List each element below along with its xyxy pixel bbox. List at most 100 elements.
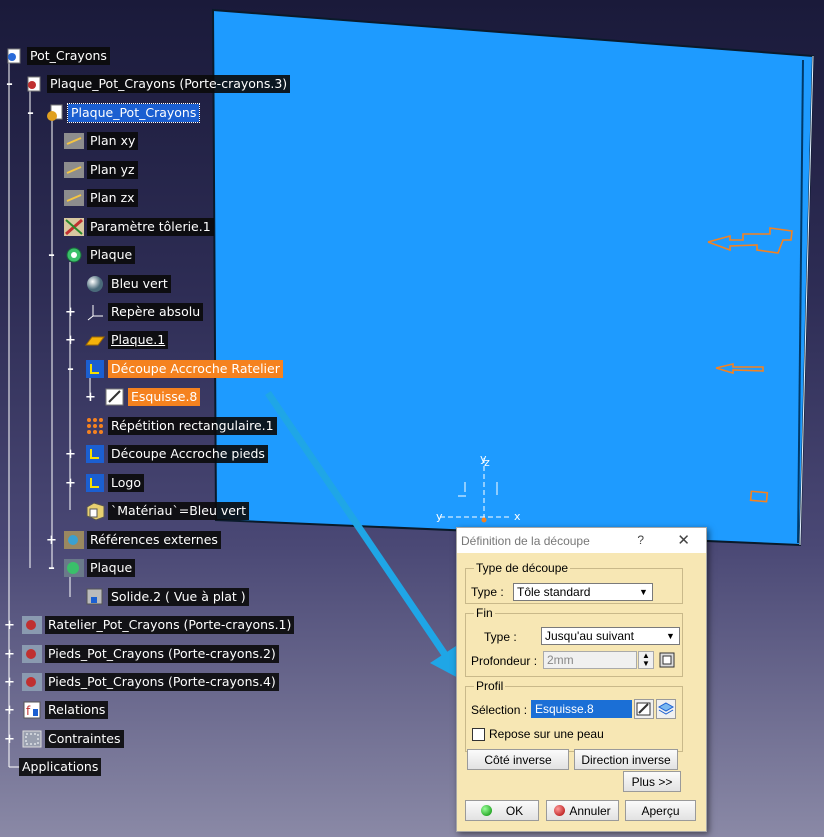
group-title: Type de découpe: [474, 561, 571, 575]
plane-icon: [63, 188, 85, 208]
tree-label: Solide.2 ( Vue à plat ): [108, 588, 249, 606]
tree-node-body[interactable]: Plaque: [63, 245, 136, 265]
expand-toggle[interactable]: +: [4, 733, 15, 746]
dialog-titlebar[interactable]: Définition de la découpe ? ✕: [457, 528, 706, 553]
reverse-side-button[interactable]: Côté inverse: [467, 749, 569, 770]
tree-node-plane-xy[interactable]: Plan xy: [63, 131, 139, 151]
component-icon: [21, 644, 43, 664]
tree-node-wall[interactable]: Plaque.1: [84, 330, 169, 350]
solid-icon: [84, 587, 106, 607]
selection-field[interactable]: Esquisse.8: [531, 700, 632, 718]
expand-toggle[interactable]: +: [85, 391, 96, 404]
end-type-label: Type :: [484, 630, 517, 644]
expand-toggle[interactable]: +: [4, 619, 15, 632]
collapse-toggle[interactable]: –: [25, 107, 36, 120]
help-button[interactable]: ?: [637, 533, 644, 547]
expand-toggle[interactable]: +: [65, 448, 76, 461]
tree-label: Contraintes: [45, 730, 124, 748]
cancel-button[interactable]: Annuler: [546, 800, 619, 821]
ok-button[interactable]: OK: [465, 800, 539, 821]
tree-label: Plaque_Pot_Crayons (Porte-crayons.3): [47, 75, 291, 93]
pattern-icon: [84, 416, 106, 436]
tree-label: Découpe Accroche pieds: [108, 445, 268, 463]
tree-label: Applications: [19, 758, 102, 776]
tree-node-part[interactable]: Plaque_Pot_Crayons: [44, 103, 201, 123]
group-title: Fin: [474, 606, 495, 620]
expand-toggle[interactable]: +: [4, 648, 15, 661]
tree-label: Bleu vert: [108, 275, 171, 293]
expand-toggle[interactable]: +: [65, 477, 76, 490]
reverse-direction-button[interactable]: Direction inverse: [574, 749, 678, 770]
dialog-title: Définition de la découpe: [461, 533, 590, 548]
tree-node-plane-yz[interactable]: Plan yz: [63, 160, 138, 180]
tree-label: Références externes: [87, 531, 221, 549]
cancel-label: Annuler: [569, 803, 611, 818]
external-references-icon: [63, 530, 85, 550]
parameters-icon[interactable]: [657, 650, 677, 670]
collapse-toggle[interactable]: –: [65, 363, 76, 376]
end-type-select[interactable]: Jusqu'au suivant ▼: [541, 627, 680, 645]
tree-node-relations[interactable]: f Relations: [21, 700, 109, 720]
depth-spinner[interactable]: ▲ ▼: [638, 651, 654, 669]
expand-toggle[interactable]: +: [4, 704, 15, 717]
preview-button[interactable]: Aperçu: [625, 800, 696, 821]
sketch-edit-icon[interactable]: [634, 699, 654, 719]
constraints-icon: [21, 729, 43, 749]
type-label: Type :: [471, 585, 504, 599]
tree-label: `Matériau`=Bleu vert: [108, 502, 249, 520]
layers-icon[interactable]: [656, 699, 676, 719]
tree-node-body-2[interactable]: Plaque: [63, 558, 136, 578]
tree-node-sketch[interactable]: Esquisse.8: [104, 387, 201, 407]
tree-node-rect-pattern[interactable]: Répétition rectangulaire.1: [84, 416, 277, 436]
tree-label: Plaque: [87, 246, 136, 264]
tree-node-solid[interactable]: Solide.2 ( Vue à plat ): [84, 587, 249, 607]
depth-field[interactable]: 2mm: [543, 651, 637, 669]
tree-node-constraints[interactable]: Contraintes: [21, 729, 124, 749]
plane-icon: [63, 131, 85, 151]
tree-node-logo[interactable]: Logo: [84, 473, 144, 493]
tree-node-sheetmetal-params[interactable]: Paramètre tôlerie.1: [63, 217, 214, 237]
product-icon: [3, 46, 25, 66]
cancel-icon: [554, 805, 566, 816]
lie-on-skin-checkbox[interactable]: [472, 728, 485, 741]
expand-toggle[interactable]: +: [65, 306, 76, 319]
tree-label: Repère absolu: [108, 303, 204, 321]
plane-icon: [63, 160, 85, 180]
tree-node-feet-component-2[interactable]: Pieds_Pot_Crayons (Porte-crayons.2): [21, 644, 279, 664]
tree-node-material[interactable]: `Matériau`=Bleu vert: [84, 501, 249, 521]
axis-system-icon: [84, 302, 106, 322]
tree-node-cutout-rack[interactable]: Découpe Accroche Ratelier: [84, 359, 283, 379]
cutout-definition-dialog: Définition de la découpe ? ✕ Type de déc…: [456, 527, 707, 832]
selected-value: Jusqu'au suivant: [545, 629, 635, 643]
collapse-toggle[interactable]: –: [46, 249, 57, 262]
collapse-toggle[interactable]: –: [4, 78, 15, 91]
body-gear-icon: [63, 558, 85, 578]
tree-node-external-refs[interactable]: Références externes: [63, 530, 221, 550]
close-icon[interactable]: ✕: [677, 531, 690, 549]
tree-node-root[interactable]: Pot_Crayons: [3, 46, 110, 66]
tree-node-component[interactable]: Plaque_Pot_Crayons (Porte-crayons.3): [23, 74, 291, 94]
collapse-toggle[interactable]: –: [46, 562, 57, 575]
tree-node-axis-system[interactable]: Repère absolu: [84, 302, 204, 322]
part-icon: [44, 103, 66, 123]
expand-toggle[interactable]: +: [65, 334, 76, 347]
tree-label: Plaque_Pot_Crayons: [66, 103, 201, 123]
selected-value: Tôle standard: [517, 585, 591, 599]
tree-label: Relations: [45, 701, 109, 719]
expand-toggle[interactable]: +: [4, 676, 15, 689]
tree-label: Plan yz: [87, 161, 138, 179]
expand-toggle[interactable]: +: [46, 534, 57, 547]
tree-node-plane-zx[interactable]: Plan zx: [63, 188, 138, 208]
body-gear-icon: [63, 245, 85, 265]
tree-node-feet-component-4[interactable]: Pieds_Pot_Crayons (Porte-crayons.4): [21, 672, 279, 692]
tree-node-applications[interactable]: Applications: [19, 757, 102, 777]
ok-icon: [480, 805, 492, 816]
tree-node-rack-component[interactable]: Ratelier_Pot_Crayons (Porte-crayons.1): [21, 615, 295, 635]
tree-node-material-color[interactable]: Bleu vert: [84, 274, 171, 294]
chevron-down-icon: ▼: [639, 587, 648, 597]
cutout-icon: [84, 473, 106, 493]
tree-label: Découpe Accroche Ratelier: [108, 360, 283, 378]
more-button[interactable]: Plus >>: [623, 771, 681, 792]
tree-node-cutout-feet[interactable]: Découpe Accroche pieds: [84, 444, 268, 464]
cutout-type-select[interactable]: Tôle standard ▼: [513, 583, 653, 601]
